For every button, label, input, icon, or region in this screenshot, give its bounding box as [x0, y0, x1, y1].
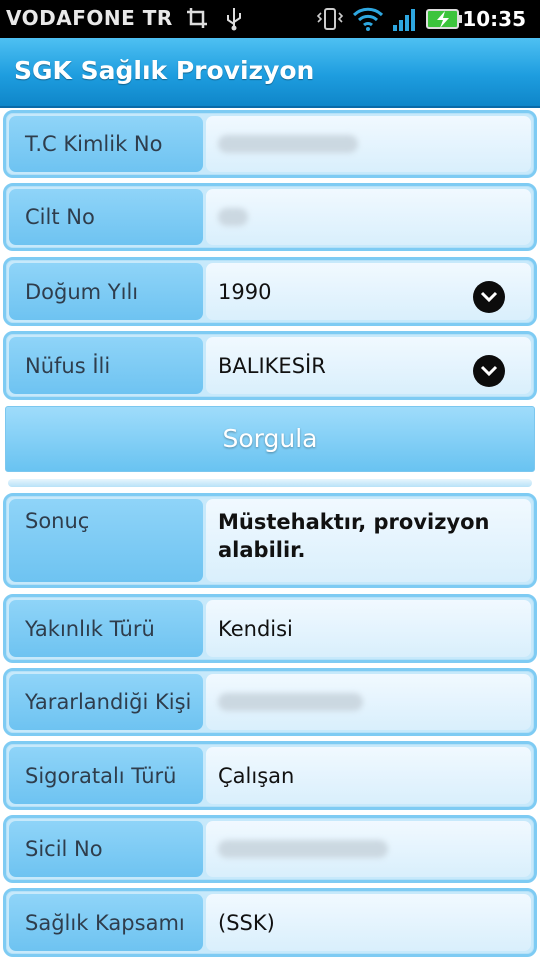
tc-kimlik-input[interactable] [206, 116, 531, 172]
carrier-name: VODAFONE TR [6, 6, 173, 30]
cilt-no-label: Cilt No [9, 189, 203, 245]
nufus-ili-select[interactable]: BALIKESİR [206, 337, 531, 394]
yakinlik-value: Kendisi [206, 600, 531, 657]
clock: 10:35 [462, 7, 526, 31]
kapsam-value: (SSK) [206, 894, 531, 951]
masked-value [218, 840, 388, 858]
sigortali-value: Çalışan [206, 747, 531, 804]
screenshot-icon [186, 7, 208, 35]
sigortali-label: Sigoratalı Türü [9, 747, 203, 804]
dogum-yili-value: 1990 [218, 279, 272, 304]
masked-value [218, 135, 358, 153]
dogum-yili-select[interactable]: 1990 [206, 263, 531, 320]
tc-kimlik-label: T.C Kimlik No [9, 116, 203, 172]
nufus-ili-row: Nüfus İli BALIKESİR [3, 331, 537, 400]
yararlanan-row: Yararlandiği Kişi [3, 668, 537, 736]
kapsam-row: Sağlık Kapsamı (SSK) [3, 888, 537, 957]
sonuc-label: Sonuç [9, 499, 203, 582]
status-bar: VODAFONE TR 10:35 [0, 0, 540, 38]
sicil-label: Sicil No [9, 821, 203, 877]
usb-icon [224, 7, 244, 35]
chevron-down-icon [473, 355, 505, 387]
cilt-no-row: Cilt No [3, 183, 537, 251]
nufus-ili-label: Nüfus İli [9, 337, 203, 394]
divider [8, 479, 532, 487]
battery-charging-icon [426, 7, 464, 35]
sigortali-row: Sigoratalı Türü Çalışan [3, 741, 537, 810]
sicil-value [206, 821, 531, 877]
tc-kimlik-row: T.C Kimlik No [3, 110, 537, 178]
nufus-ili-value: BALIKESİR [218, 353, 326, 378]
app-title: SGK Sağlık Provizyon [14, 56, 315, 85]
app-title-bar: SGK Sağlık Provizyon [0, 38, 540, 108]
sicil-row: Sicil No [3, 815, 537, 883]
yararlanan-value [206, 674, 531, 730]
dogum-yili-row: Doğum Yılı 1990 [3, 257, 537, 326]
yakinlik-row: Yakınlık Türü Kendisi [3, 594, 537, 663]
dogum-yili-label: Doğum Yılı [9, 263, 203, 320]
signal-icon [392, 7, 420, 35]
masked-value [218, 208, 248, 226]
kapsam-label: Sağlık Kapsamı [9, 894, 203, 951]
sonuc-row: Sonuç Müstehaktır, provizyon alabilir. [3, 493, 537, 588]
masked-value [218, 693, 363, 711]
yararlanan-label: Yararlandiği Kişi [9, 674, 203, 730]
wifi-icon [352, 7, 384, 35]
chevron-down-icon [473, 281, 505, 313]
sonuc-value: Müstehaktır, provizyon alabilir. [206, 499, 531, 582]
vibrate-icon [316, 7, 344, 35]
cilt-no-input[interactable] [206, 189, 531, 245]
yakinlik-label: Yakınlık Türü [9, 600, 203, 657]
sorgula-button[interactable]: Sorgula [5, 406, 535, 472]
